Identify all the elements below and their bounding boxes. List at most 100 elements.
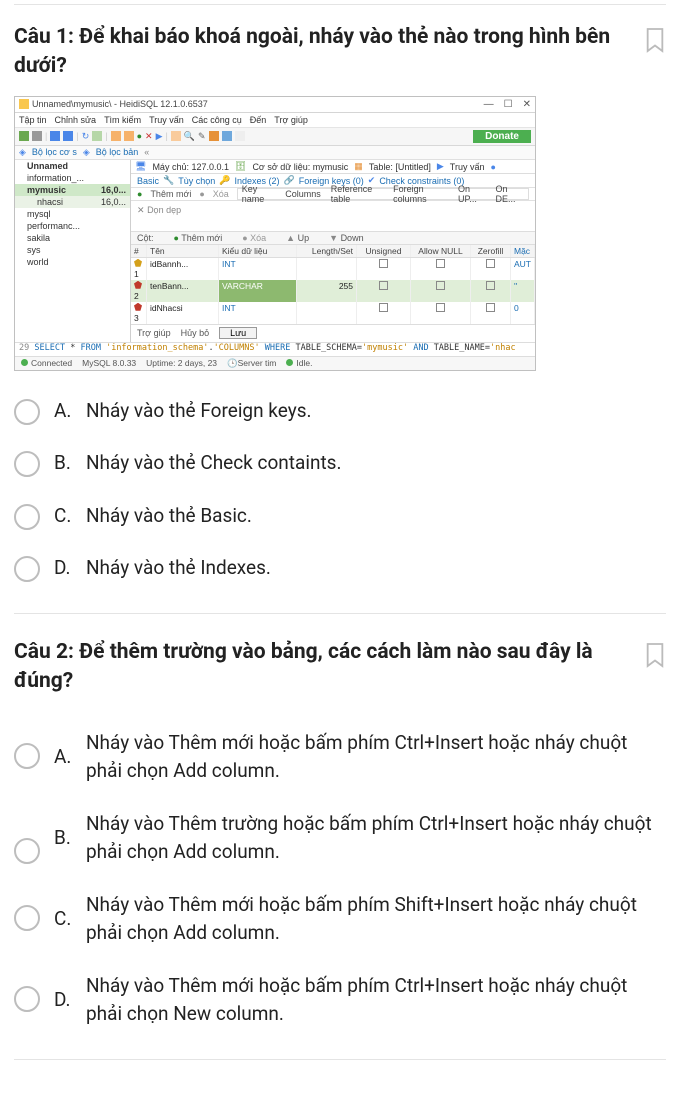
tab-table[interactable]: Table: [Untitled] <box>369 162 431 172</box>
tree-item[interactable]: sakila <box>15 232 130 244</box>
th-null[interactable]: Allow NULL <box>411 245 471 257</box>
th-zero[interactable]: Zerofill <box>471 245 511 257</box>
table-filter-label[interactable]: Bộ lọc bản <box>96 147 139 157</box>
th-unsigned[interactable]: Unsigned <box>357 245 411 257</box>
tab-db[interactable]: Cơ sở dữ liệu: mymusic <box>252 162 348 172</box>
opt-label: Nháy vào Thêm trường hoặc bấm phím Ctrl+… <box>86 810 666 867</box>
toolbar-icon[interactable]: ✎ <box>198 131 206 142</box>
toolbar-icon[interactable]: 🔍 <box>184 131 195 142</box>
tree-item-selected[interactable]: mymusic16,0... <box>15 184 130 196</box>
toolbar-icon[interactable] <box>19 131 29 141</box>
menu-search[interactable]: Tìm kiếm <box>104 115 141 125</box>
bottom-divider <box>14 1059 666 1060</box>
option-b[interactable]: B.Nháy vào Thêm trường hoặc bấm phím Ctr… <box>14 810 666 867</box>
minimize-icon[interactable]: — <box>484 99 494 110</box>
db-filter-label[interactable]: Bộ lọc cơ s <box>32 147 77 157</box>
checkbox[interactable] <box>379 281 388 290</box>
tree-item[interactable]: information_... <box>15 172 130 184</box>
checkbox[interactable] <box>436 259 445 268</box>
toolbar-icon[interactable] <box>63 131 73 141</box>
option-b[interactable]: B.Nháy vào thẻ Check containts. <box>14 449 666 478</box>
checkbox[interactable] <box>486 281 495 290</box>
maximize-icon[interactable]: ☐ <box>504 99 513 110</box>
close-icon[interactable]: ✕ <box>523 99 531 110</box>
toolbar-icon[interactable] <box>209 131 219 141</box>
radio-icon[interactable] <box>14 743 40 769</box>
radio-icon[interactable] <box>14 838 40 864</box>
cols-add[interactable]: Thêm mới <box>181 233 222 243</box>
menu-query[interactable]: Truy vấn <box>149 115 184 125</box>
option-c[interactable]: C.Nháy vào thẻ Basic. <box>14 502 666 531</box>
radio-icon[interactable] <box>14 399 40 425</box>
menu-tools[interactable]: Các công cụ <box>192 115 242 125</box>
toolbar-icon[interactable] <box>92 131 102 141</box>
menu-edit[interactable]: Chỉnh sửa <box>55 115 97 125</box>
menu-file[interactable]: Tập tin <box>19 115 47 125</box>
toolbar-icon[interactable] <box>235 131 245 141</box>
radio-icon[interactable] <box>14 504 40 530</box>
th-name[interactable]: Tên <box>147 245 219 257</box>
subtab-options[interactable]: Tùy chọn <box>178 176 215 186</box>
table-filter-icon[interactable]: ◈ <box>83 147 90 158</box>
radio-icon[interactable] <box>14 905 40 931</box>
toolbar-icon[interactable]: ▶ <box>156 131 163 142</box>
th-len[interactable]: Length/Set <box>297 245 357 257</box>
table-row[interactable]: 3 idNhacsi INT 0 <box>131 302 535 324</box>
option-d[interactable]: D.Nháy vào thẻ Indexes. <box>14 554 666 583</box>
checkbox[interactable] <box>436 303 445 312</box>
menu-goto[interactable]: Đến <box>250 115 267 125</box>
chevron-down-icon[interactable]: « <box>144 147 149 157</box>
option-a[interactable]: A.Nháy vào thẻ Foreign keys. <box>14 397 666 426</box>
cols-down[interactable]: Down <box>341 233 364 243</box>
toolbar-icon[interactable]: ↻ <box>82 131 90 142</box>
fk-clean[interactable]: Dọn dẹp <box>147 205 181 215</box>
toolbar-icon[interactable] <box>124 131 134 141</box>
toolbar-icon[interactable]: ● <box>137 131 142 141</box>
cols-up[interactable]: Up <box>298 233 310 243</box>
tree-item[interactable]: sys <box>15 244 130 256</box>
th-idx[interactable]: # <box>131 245 147 257</box>
toolbar-icon[interactable] <box>171 131 181 141</box>
checkbox[interactable] <box>486 259 495 268</box>
toolbar-icon[interactable] <box>222 131 232 141</box>
checkbox[interactable] <box>379 303 388 312</box>
donate-button[interactable]: Donate <box>473 130 531 143</box>
db-filter-icon[interactable]: ◈ <box>19 147 26 158</box>
fk-del[interactable]: Xóa <box>213 189 229 199</box>
toolbar-icon[interactable] <box>111 131 121 141</box>
cancel-link[interactable]: Hủy bỏ <box>181 328 210 338</box>
tree-root[interactable]: Unnamed <box>15 160 130 172</box>
toolbar-icon[interactable]: ✕ <box>145 131 153 142</box>
table-row-selected[interactable]: 2 tenBann... VARCHAR 255 '' <box>131 280 535 302</box>
radio-icon[interactable] <box>14 451 40 477</box>
tab-query[interactable]: Truy vấn <box>450 162 485 172</box>
help-link[interactable]: Trợ giúp <box>137 328 171 338</box>
subtab-basic[interactable]: Basic <box>137 176 159 186</box>
radio-icon[interactable] <box>14 986 40 1012</box>
radio-icon[interactable] <box>14 556 40 582</box>
option-c[interactable]: C.Nháy vào Thêm mới hoặc bấm phím Shift+… <box>14 891 666 948</box>
toolbar-icon[interactable] <box>50 131 60 141</box>
bookmark-icon[interactable] <box>644 642 666 668</box>
tree-item[interactable]: nhacsi16,0... <box>15 196 130 208</box>
opt-label: Nháy vào Thêm mới hoặc bấm phím Shift+In… <box>86 891 666 948</box>
tab-host[interactable]: Máy chủ: 127.0.0.1 <box>152 162 229 172</box>
option-a[interactable]: A.Nháy vào Thêm mới hoặc bấm phím Ctrl+I… <box>14 729 666 786</box>
checkbox[interactable] <box>379 259 388 268</box>
tree-item[interactable]: world <box>15 256 130 268</box>
toolbar-icon[interactable] <box>32 131 42 141</box>
tree-item[interactable]: mysql <box>15 208 130 220</box>
th-default[interactable]: Mặc <box>511 245 535 257</box>
checkbox[interactable] <box>436 281 445 290</box>
tab-more-icon[interactable]: ● <box>490 162 495 172</box>
bookmark-icon[interactable] <box>644 27 666 53</box>
tree-item[interactable]: performanc... <box>15 220 130 232</box>
th-type[interactable]: Kiểu dữ liệu <box>219 245 297 257</box>
cols-del[interactable]: Xóa <box>250 233 266 243</box>
option-d[interactable]: D.Nháy vào Thêm mới hoặc bấm phím Ctrl+I… <box>14 972 666 1029</box>
save-button[interactable]: Lưu <box>219 327 257 339</box>
menu-help[interactable]: Trợ giúp <box>274 115 308 125</box>
checkbox[interactable] <box>486 303 495 312</box>
fk-add[interactable]: Thêm mới <box>150 189 191 199</box>
table-row[interactable]: 1 idBannh... INT AUT <box>131 258 535 280</box>
